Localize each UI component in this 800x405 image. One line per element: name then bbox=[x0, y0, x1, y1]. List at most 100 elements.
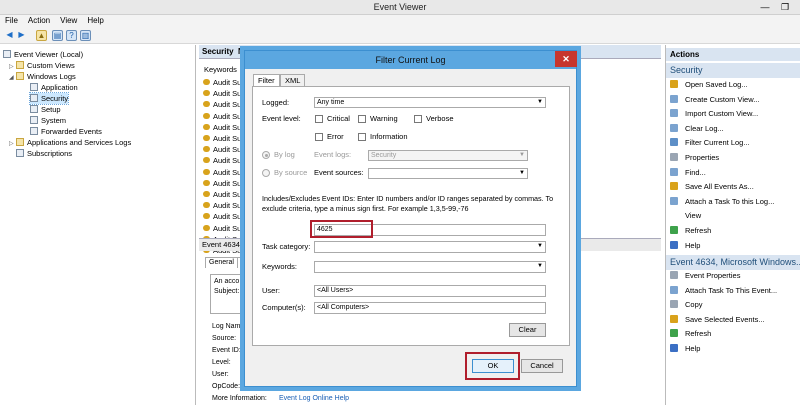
show-pane-icon[interactable]: ▥ bbox=[80, 30, 91, 41]
event-row[interactable]: Audit Suc bbox=[203, 144, 243, 155]
forward-arrow-icon[interactable]: ▶ bbox=[16, 30, 27, 41]
tree-item-app-services-logs[interactable]: ▷ Applications and Services Logs bbox=[9, 137, 131, 148]
action-item[interactable]: Refresh bbox=[670, 225, 711, 237]
field-event-id: Event ID: bbox=[212, 347, 241, 354]
tab-xml[interactable]: XML bbox=[280, 74, 306, 86]
critical-checkbox[interactable] bbox=[315, 115, 323, 123]
action-item[interactable]: Save All Events As... bbox=[670, 181, 754, 193]
menu-action[interactable]: Action bbox=[23, 15, 55, 27]
action-item[interactable]: Attach a Task To this Log... bbox=[670, 196, 774, 208]
event-row[interactable]: Audit Suc bbox=[203, 223, 243, 234]
menu-view[interactable]: View bbox=[55, 15, 82, 27]
action-item[interactable]: Create Custom View... bbox=[670, 94, 759, 106]
key-icon bbox=[203, 101, 210, 108]
actions-section-event[interactable]: Event 4634, Microsoft Windows... bbox=[666, 255, 800, 270]
actions-section-security[interactable]: Security bbox=[666, 63, 800, 78]
subscriptions-icon bbox=[16, 149, 24, 157]
tree-item-custom-views[interactable]: ▷ Custom Views bbox=[9, 60, 75, 71]
keywords-select[interactable]: ▼ bbox=[314, 261, 546, 273]
by-log-radio[interactable] bbox=[262, 151, 270, 159]
clear-button[interactable]: Clear bbox=[509, 323, 546, 337]
user-input[interactable]: <All Users> bbox=[314, 285, 546, 297]
column-header-keywords[interactable]: Keywords bbox=[201, 65, 245, 75]
information-checkbox[interactable] bbox=[358, 133, 366, 141]
clear-icon bbox=[670, 123, 678, 132]
tree-item-setup[interactable]: Setup bbox=[30, 104, 61, 115]
by-source-radio[interactable] bbox=[262, 169, 270, 177]
action-item[interactable]: Import Custom View... bbox=[670, 108, 758, 120]
action-item[interactable]: Help bbox=[670, 343, 700, 355]
tree-item-root[interactable]: Event Viewer (Local) bbox=[3, 49, 83, 60]
menu-bar: File Action View Help bbox=[0, 15, 800, 27]
event-row[interactable]: Audit Suc bbox=[203, 189, 243, 200]
tree-item-security[interactable]: Security bbox=[28, 92, 70, 105]
information-label: Information bbox=[370, 132, 408, 141]
action-item[interactable]: Find... bbox=[670, 167, 706, 179]
action-item[interactable]: Properties bbox=[670, 152, 719, 164]
tab-general[interactable]: General bbox=[205, 257, 238, 268]
event-row[interactable]: Audit Suc bbox=[203, 211, 243, 222]
action-item[interactable]: Event Properties bbox=[670, 270, 740, 282]
tree-item-application[interactable]: Application bbox=[30, 82, 78, 93]
action-item[interactable]: Help bbox=[670, 240, 700, 252]
action-item[interactable]: Clear Log... bbox=[670, 123, 724, 135]
event-row[interactable]: Audit Suc bbox=[203, 88, 243, 99]
field-source: Source: bbox=[212, 335, 237, 342]
key-icon bbox=[203, 202, 210, 209]
event-row[interactable]: Audit Suc bbox=[203, 200, 243, 211]
event-row[interactable]: Audit Suc bbox=[203, 167, 243, 178]
action-item[interactable]: Filter Current Log... bbox=[670, 137, 750, 149]
event-row[interactable]: Audit Suc bbox=[203, 178, 243, 189]
folder-icon bbox=[16, 72, 24, 80]
tree-item-windows-logs[interactable]: ◢ Windows Logs bbox=[9, 71, 76, 82]
event-row[interactable]: Audit Suc bbox=[203, 77, 243, 88]
event-log-online-help-link[interactable]: Event Log Online Help bbox=[279, 394, 349, 404]
save-icon bbox=[670, 182, 678, 191]
expand-icon[interactable]: ▷ bbox=[9, 139, 16, 150]
action-item[interactable]: Attach Task To This Event... bbox=[670, 285, 777, 297]
event-id-help-text: Includes/Excludes Event IDs: Enter ID nu… bbox=[262, 194, 554, 213]
event-sources-select[interactable]: ▼ bbox=[368, 168, 528, 179]
minimize-button[interactable]: — bbox=[755, 0, 775, 14]
up-folder-icon[interactable]: ▲ bbox=[36, 30, 47, 41]
action-item[interactable]: Refresh bbox=[670, 328, 711, 340]
cancel-button[interactable]: Cancel bbox=[521, 359, 563, 373]
event-row[interactable]: Audit Suc bbox=[203, 99, 243, 110]
action-item[interactable]: Open Saved Log... bbox=[670, 79, 748, 91]
menu-file[interactable]: File bbox=[0, 15, 23, 27]
tree-item-system[interactable]: System bbox=[30, 115, 66, 126]
log-icon bbox=[30, 127, 38, 135]
warning-checkbox[interactable] bbox=[358, 115, 366, 123]
error-checkbox[interactable] bbox=[315, 133, 323, 141]
action-item[interactable]: Save Selected Events... bbox=[670, 314, 765, 326]
event-row[interactable]: Audit Suc bbox=[203, 155, 243, 166]
event-row[interactable]: Audit Suc bbox=[203, 111, 243, 122]
task-icon bbox=[670, 285, 678, 294]
verbose-checkbox[interactable] bbox=[414, 115, 422, 123]
properties-icon bbox=[670, 271, 678, 279]
computer-input[interactable]: <All Computers> bbox=[314, 302, 546, 314]
menu-help[interactable]: Help bbox=[82, 15, 108, 27]
task-category-select[interactable]: ▼ bbox=[314, 241, 546, 253]
action-item[interactable]: Copy bbox=[670, 299, 703, 311]
event-row[interactable]: Audit Suc bbox=[203, 133, 243, 144]
filter-panel: Logged: Any time ▼ Event level: Critical … bbox=[252, 86, 570, 346]
action-item[interactable]: View bbox=[670, 210, 701, 222]
collapse-icon[interactable]: ◢ bbox=[9, 73, 16, 84]
event-row[interactable]: Audit Suc bbox=[203, 122, 243, 133]
tree-item-subscriptions[interactable]: Subscriptions bbox=[16, 148, 72, 159]
key-icon bbox=[203, 146, 210, 153]
event-logs-select[interactable]: Security ▼ bbox=[368, 150, 528, 161]
key-icon bbox=[203, 123, 210, 130]
ok-button[interactable]: OK bbox=[472, 359, 514, 373]
restore-button[interactable]: ❐ bbox=[775, 0, 795, 14]
back-arrow-icon[interactable]: ◀ bbox=[4, 30, 15, 41]
chevron-down-icon: ▼ bbox=[537, 243, 543, 249]
tree-item-forwarded-events[interactable]: Forwarded Events bbox=[30, 126, 102, 137]
user-label: User: bbox=[262, 286, 280, 295]
field-log-name: Log Name bbox=[212, 323, 245, 330]
properties-icon[interactable]: ▤ bbox=[52, 30, 63, 41]
logged-select[interactable]: Any time ▼ bbox=[314, 97, 546, 108]
help-icon[interactable]: ? bbox=[66, 30, 77, 41]
dialog-close-button[interactable]: ✕ bbox=[555, 51, 577, 67]
